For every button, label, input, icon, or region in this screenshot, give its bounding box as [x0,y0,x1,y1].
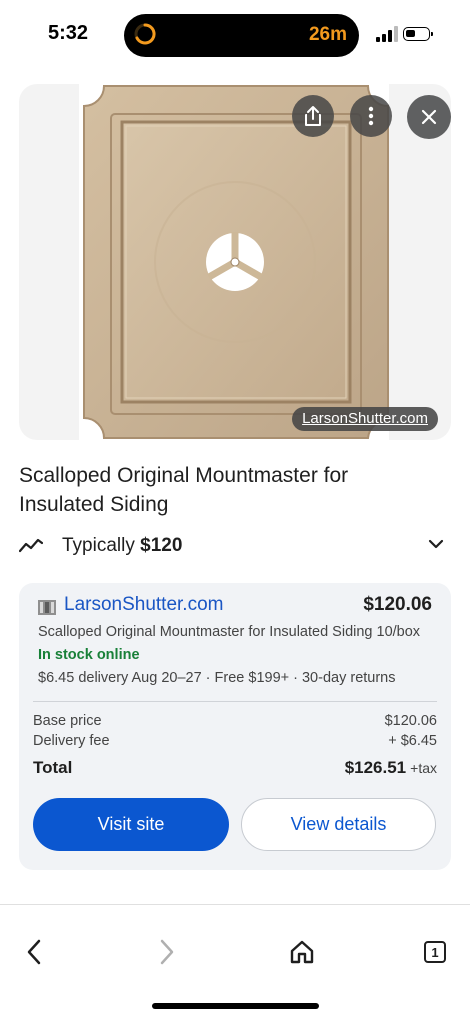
base-price-label: Base price [33,713,102,729]
status-time: 5:32 [48,22,89,44]
delivery-fee-value: + $6.45 [388,733,437,749]
chevron-down-icon[interactable] [428,539,444,549]
view-details-button[interactable]: View details [241,798,436,851]
divider [33,701,437,702]
product-title: Scalloped Original Mountmaster for Insul… [19,464,349,516]
more-vertical-icon [368,106,374,126]
more-options-button[interactable] [350,95,392,137]
close-button[interactable] [407,95,451,139]
battery-icon [403,27,433,41]
image-source-link[interactable]: LarsonShutter.com [292,407,438,431]
offer-description: Scalloped Original Mountmaster for Insul… [38,624,421,640]
product-image-card[interactable]: LarsonShutter.com [19,84,451,440]
merchant-link[interactable]: LarsonShutter.com [64,594,223,616]
visit-site-button[interactable]: Visit site [33,798,229,851]
total-label: Total [33,758,73,777]
total-value: $126.51 +tax [344,758,437,777]
store-icon [38,600,56,615]
forward-arrow-icon [160,939,174,965]
close-icon [421,109,437,125]
typical-price: Typically $120 [62,535,183,556]
dynamic-island[interactable]: 26m [124,14,359,57]
back-button[interactable] [17,935,51,969]
forward-button[interactable] [150,935,184,969]
base-price-value: $120.06 [384,713,437,729]
product-image [79,84,389,440]
tabs-button[interactable]: 1 [424,941,446,963]
offer-card: LarsonShutter.com $120.06 Scalloped Orig… [19,583,451,870]
trend-icon [19,538,43,553]
share-icon [305,106,321,126]
nav-divider [0,904,470,905]
offer-price: $120.06 [363,594,432,615]
home-icon [290,940,314,964]
stock-status: In stock online [38,647,140,663]
timer-text: 26m [308,24,347,45]
timer-ring-icon [134,23,156,45]
delivery-info: $6.45 delivery Aug 20–27 · Free $199+ · … [38,670,396,686]
share-button[interactable] [292,95,334,137]
home-indicator [152,1003,319,1009]
back-arrow-icon [27,939,41,965]
price-insight-row[interactable]: Typically $120 [19,531,444,563]
home-button[interactable] [285,935,319,969]
signal-icon [376,26,398,42]
delivery-fee-label: Delivery fee [33,733,110,749]
